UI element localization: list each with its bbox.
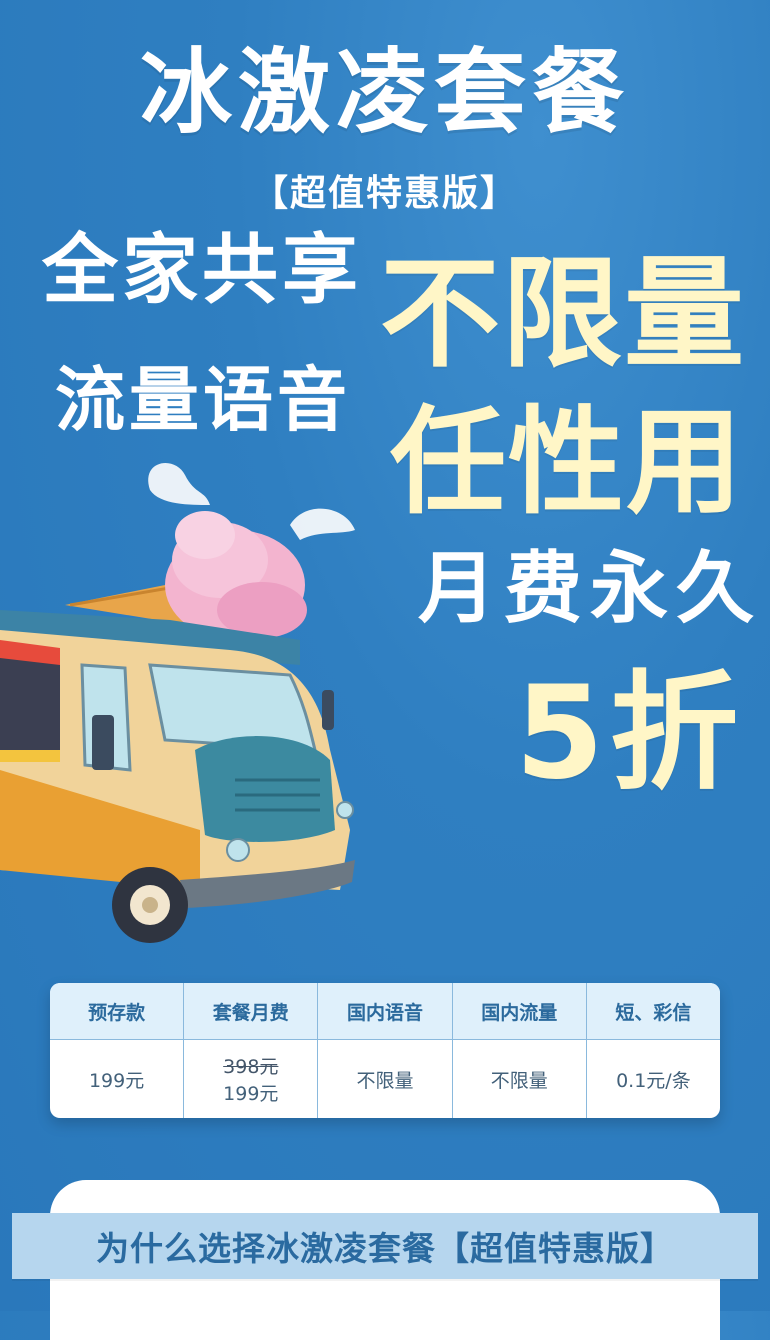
why-ribbon: 为什么选择冰激凌套餐【超值特惠版】 xyxy=(12,1213,758,1279)
cell-monthly-fee: 398元 199元 xyxy=(184,1040,319,1118)
page-subtitle: 【超值特惠版】 xyxy=(251,173,518,214)
slogan-family-share: 全家共享 xyxy=(42,225,362,314)
cell-voice: 不限量 xyxy=(318,1040,453,1118)
cell-deposit: 199元 xyxy=(50,1040,185,1118)
header-sms-mms: 短、彩信 xyxy=(586,983,720,1040)
cell-data: 不限量 xyxy=(453,1040,587,1118)
table-header-row: 预存款 套餐月费 国内语音 国内流量 短、彩信 xyxy=(50,983,720,1040)
original-price: 398元 xyxy=(223,1056,279,1078)
ice-cream-truck-icon xyxy=(0,463,355,943)
plan-table: 预存款 套餐月费 国内语音 国内流量 短、彩信 199元 398元 199元 不… xyxy=(50,983,720,1118)
promo-page: 冰激凌套餐 【超值特惠版】 全家共享 不限量 流量语音 任性用 月费永久 5折 xyxy=(0,0,770,1340)
page-title: 冰激凌套餐 xyxy=(139,39,630,146)
header-deposit: 预存款 xyxy=(50,983,185,1040)
header-monthly-fee: 套餐月费 xyxy=(184,983,319,1040)
cell-sms: 0.1元/条 xyxy=(616,1069,691,1092)
table-row: 199元 398元 199元 不限量 不限量 0.1元/条 xyxy=(50,1040,720,1118)
why-title: 为什么选择冰激凌套餐【超值特惠版】 xyxy=(96,1229,674,1268)
slogan-monthly-forever: 月费永久 xyxy=(418,544,763,634)
slogan-half-price: 5折 xyxy=(515,659,745,808)
slogan-data-voice: 流量语音 xyxy=(55,359,351,441)
slogan-unlimited: 不限量 xyxy=(380,245,746,384)
header-domestic-voice: 国内语音 xyxy=(318,983,453,1040)
slogan-use-freely: 任性用 xyxy=(390,395,744,530)
header-domestic-data: 国内流量 xyxy=(452,983,587,1040)
discount-price: 199元 xyxy=(223,1083,279,1105)
